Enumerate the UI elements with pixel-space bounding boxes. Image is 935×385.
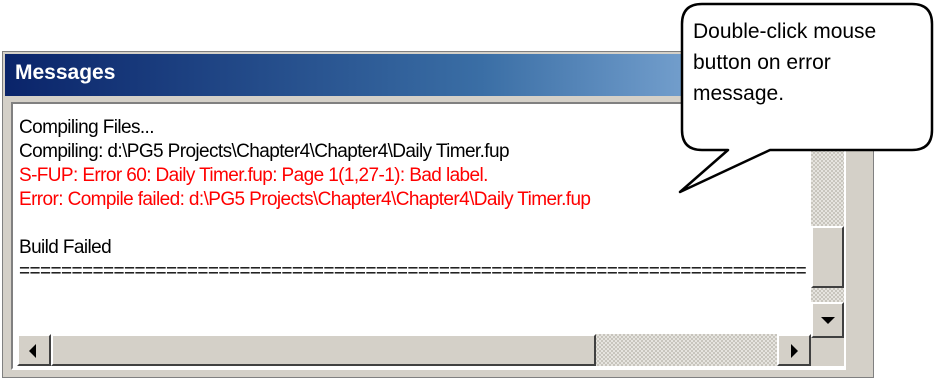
- messages-list[interactable]: Compiling Files... Compiling: d:\PG5 Pro…: [19, 116, 809, 314]
- horizontal-scrollbar[interactable]: [17, 334, 811, 366]
- arrow-down-icon: [821, 317, 835, 324]
- scroll-right-button[interactable]: [777, 334, 811, 366]
- error-message-line[interactable]: S-FUP: Error 60: Daily Timer.fup: Page 1…: [19, 164, 809, 188]
- error-message-line[interactable]: Error: Compile failed: d:\PG5 Projects\C…: [19, 188, 809, 212]
- message-line-blank: [19, 212, 809, 236]
- message-line[interactable]: Compiling: d:\PG5 Projects\Chapter4\Chap…: [19, 140, 809, 164]
- vertical-scroll-thumb[interactable]: [811, 226, 844, 288]
- callout-line: message.: [693, 82, 785, 105]
- callout-text: Double-click mouse button on error messa…: [693, 16, 929, 109]
- callout-line: button on error: [693, 51, 831, 74]
- message-line[interactable]: Build Failed: [19, 236, 809, 260]
- vertical-scrollbar[interactable]: [811, 108, 844, 338]
- callout-line: Double-click mouse: [693, 20, 877, 43]
- scroll-down-button[interactable]: [811, 302, 844, 338]
- scrollbar-corner: [811, 338, 844, 366]
- scroll-left-button[interactable]: [17, 334, 51, 366]
- window-title: Messages: [15, 61, 116, 84]
- arrow-right-icon: [791, 344, 798, 358]
- messages-panel: Compiling Files... Compiling: d:\PG5 Pro…: [11, 102, 846, 370]
- separator-line: ========================================…: [19, 261, 807, 282]
- message-line[interactable]: Compiling Files...: [19, 116, 809, 140]
- arrow-left-icon: [29, 344, 36, 358]
- horizontal-scroll-thumb[interactable]: [51, 334, 596, 366]
